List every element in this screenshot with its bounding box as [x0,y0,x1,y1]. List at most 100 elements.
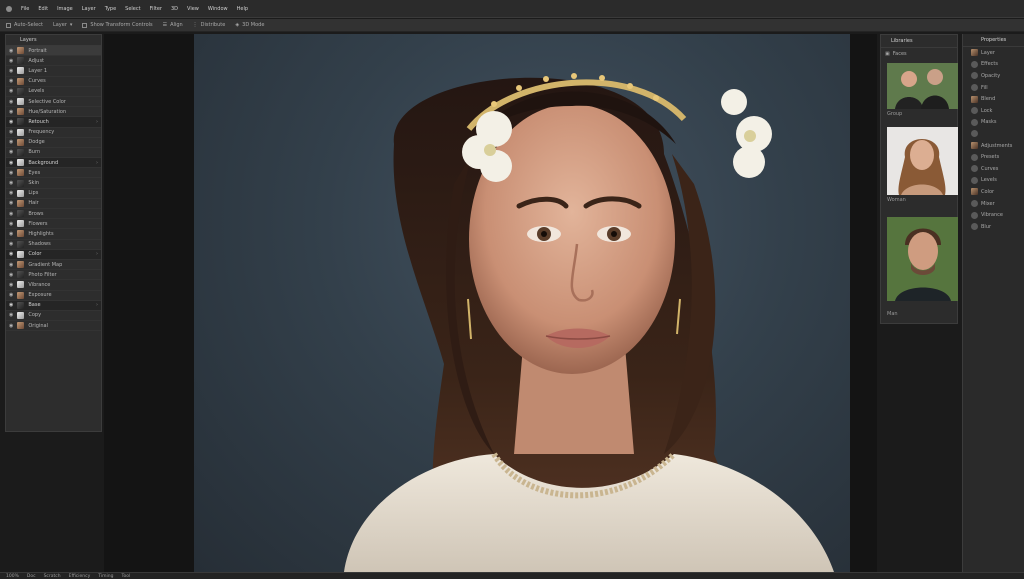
visibility-eye-icon[interactable]: ◉ [9,282,13,288]
visibility-eye-icon[interactable]: ◉ [9,211,13,217]
layer-row[interactable]: ◉ Eyes [6,168,101,179]
layer-row[interactable]: ◉ Lips [6,189,101,199]
chevron-right-icon[interactable]: › [96,160,98,166]
visibility-eye-icon[interactable]: ◉ [9,302,13,308]
visibility-eye-icon[interactable]: ◉ [9,312,13,318]
distribute-option[interactable]: ⋮ Distribute [193,22,226,28]
property-row[interactable]: Curves [963,163,1024,175]
layer-group-row[interactable]: ◉ Base › [6,300,101,311]
visibility-eye-icon[interactable]: ◉ [9,109,13,115]
layer-group-row[interactable]: ◉ Retouch › [6,117,101,128]
menu-item[interactable]: Type [105,6,116,12]
chevron-right-icon[interactable]: › [96,302,98,308]
property-row[interactable]: Fill [963,82,1024,94]
menu-item[interactable]: Help [237,6,248,12]
visibility-eye-icon[interactable]: ◉ [9,48,13,54]
layer-row[interactable]: ◉ Frequency [6,128,101,138]
library-thumb-woman[interactable] [887,127,958,195]
show-transform-option[interactable]: Show Transform Controls [82,22,153,28]
visibility-eye-icon[interactable]: ◉ [9,78,13,84]
property-label: Blur [981,223,992,230]
property-row[interactable] [963,128,1024,140]
visibility-eye-icon[interactable]: ◉ [9,170,13,176]
layer-row[interactable]: ◉ Levels [6,87,101,97]
property-row[interactable]: Blur [963,221,1024,233]
library-thumb-group[interactable] [887,63,958,109]
menu-item[interactable]: File [21,6,29,12]
layer-row[interactable]: ◉ Selective Color [6,97,101,108]
layer-row[interactable]: ◉ Curves [6,77,101,87]
layer-row[interactable]: ◉ Hue/Saturation [6,107,101,118]
menu-item[interactable]: Select [125,6,140,12]
menu-item[interactable]: Layer [82,6,96,12]
layer-row[interactable]: ◉ Portrait [6,46,101,57]
visibility-eye-icon[interactable]: ◉ [9,251,13,257]
visibility-eye-icon[interactable]: ◉ [9,221,13,227]
visibility-eye-icon[interactable]: ◉ [9,99,13,105]
property-row[interactable]: Layer [963,47,1024,59]
visibility-eye-icon[interactable]: ◉ [9,129,13,135]
menu-item[interactable]: Window [208,6,228,12]
layer-group-row[interactable]: ◉ Color › [6,249,101,260]
visibility-eye-icon[interactable]: ◉ [9,262,13,268]
property-row[interactable]: Presets [963,151,1024,163]
visibility-eye-icon[interactable]: ◉ [9,139,13,145]
3d-mode-option[interactable]: ◈ 3D Mode [235,22,264,28]
visibility-eye-icon[interactable]: ◉ [9,272,13,278]
visibility-eye-icon[interactable]: ◉ [9,231,13,237]
layer-row[interactable]: ◉ Copy [6,311,101,322]
layer-row[interactable]: ◉ Photo Filter [6,270,101,281]
property-row[interactable]: Opacity [963,70,1024,82]
property-row[interactable]: Blend [963,93,1024,105]
property-row[interactable]: Lock [963,105,1024,117]
menu-item[interactable]: Edit [38,6,48,12]
menu-item[interactable]: Filter [150,6,162,12]
visibility-eye-icon[interactable]: ◉ [9,149,13,155]
canvas-area[interactable] [104,34,877,572]
visibility-eye-icon[interactable]: ◉ [9,241,13,247]
layer-row[interactable]: ◉ Vibrance [6,280,101,291]
layer-row[interactable]: ◉ Original [6,321,101,332]
property-row[interactable]: Adjustments [963,140,1024,152]
property-row[interactable]: Color [963,186,1024,198]
property-row[interactable]: Vibrance [963,209,1024,221]
visibility-eye-icon[interactable]: ◉ [9,58,13,64]
menu-item[interactable]: Image [57,6,73,12]
visibility-eye-icon[interactable]: ◉ [9,160,13,166]
layer-group-row[interactable]: ◉ Background › [6,158,101,169]
visibility-eye-icon[interactable]: ◉ [9,323,13,329]
layer-select[interactable]: Layer ▾ [53,22,72,28]
visibility-eye-icon[interactable]: ◉ [9,190,13,196]
menu-item[interactable]: 3D [171,6,178,12]
property-row[interactable]: Masks [963,117,1024,129]
visibility-eye-icon[interactable]: ◉ [9,292,13,298]
option-label: 3D Mode [242,22,265,28]
visibility-eye-icon[interactable]: ◉ [9,68,13,74]
property-row[interactable]: Effects [963,59,1024,71]
layer-row[interactable]: ◉ Flowers [6,219,101,230]
layer-row[interactable]: ◉ Dodge [6,138,101,148]
property-row[interactable]: Levels [963,175,1024,187]
layer-row[interactable]: ◉ Shadows [6,240,101,250]
visibility-eye-icon[interactable]: ◉ [9,200,13,206]
layer-row[interactable]: ◉ Hair [6,199,101,209]
library-thumb-man[interactable] [887,217,958,301]
layer-row[interactable]: ◉ Exposure [6,291,101,301]
layer-row[interactable]: ◉ Gradient Map [6,260,101,271]
visibility-eye-icon[interactable]: ◉ [9,180,13,186]
layer-row[interactable]: ◉ Adjust [6,56,101,67]
layer-row[interactable]: ◉ Highlights [6,229,101,240]
align-option[interactable]: ☰ Align [163,22,183,28]
chevron-right-icon[interactable]: › [96,251,98,257]
chevron-right-icon[interactable]: › [96,119,98,125]
visibility-eye-icon[interactable]: ◉ [9,88,13,94]
layer-row[interactable]: ◉ Layer 1 [6,66,101,77]
layer-row[interactable]: ◉ Skin [6,178,101,189]
property-row[interactable]: Mixer [963,198,1024,210]
auto-select-option[interactable]: Auto-Select [6,22,43,28]
menu-item[interactable]: View [187,6,199,12]
layer-row[interactable]: ◉ Brows [6,209,101,220]
layer-row[interactable]: ◉ Burn [6,148,101,159]
zoom-level[interactable]: 100% [6,574,19,579]
visibility-eye-icon[interactable]: ◉ [9,119,13,125]
